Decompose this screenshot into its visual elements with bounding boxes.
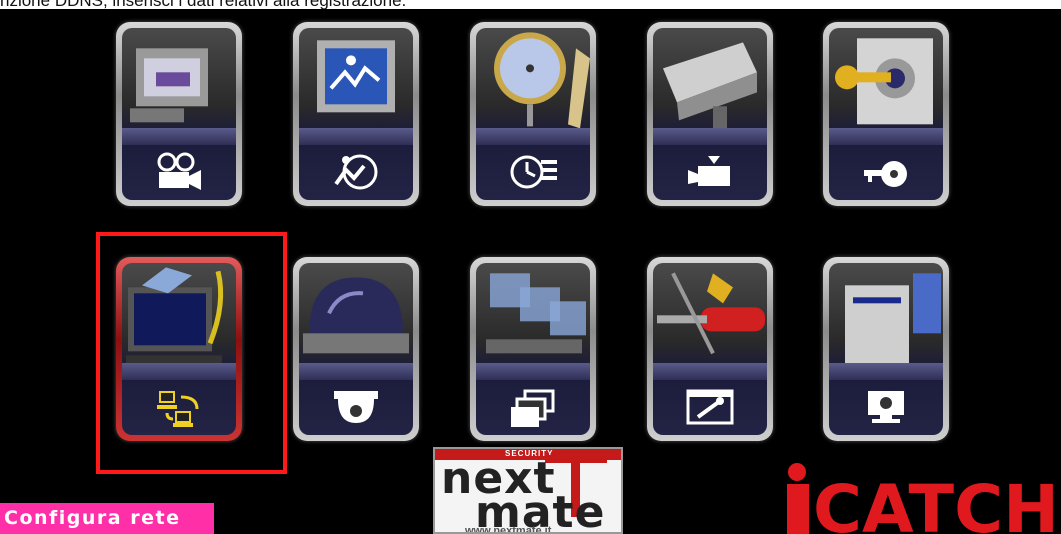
- top-caption-strip: nzione DDNS, inserisci i dati relativi a…: [0, 0, 1061, 9]
- menu-tile-camera[interactable]: [647, 22, 773, 206]
- ptz-illustration: [303, 277, 409, 354]
- system-monitor-icon: [868, 391, 904, 424]
- film-camera-icon: [157, 152, 201, 191]
- menu-tile-ptz[interactable]: [293, 257, 419, 441]
- tools-illustration: [657, 272, 765, 355]
- video-camera-icon: [688, 156, 730, 187]
- motion-search-icon: [334, 154, 378, 190]
- icatch-logo: CATCH: [787, 463, 1059, 534]
- nextmate-logo: SECURITY next mate www.nextmate.it: [433, 447, 623, 534]
- wrench-window-icon: [686, 389, 734, 425]
- menu-tile-event-search[interactable]: [293, 22, 419, 206]
- menu-tile-recording[interactable]: [116, 22, 242, 206]
- event-search-illustration: [317, 40, 395, 113]
- network-computers-icon: [157, 391, 199, 428]
- menu-tile-security[interactable]: [823, 22, 949, 206]
- camera-illustration: [663, 42, 757, 129]
- menu-tile-schedule[interactable]: [470, 22, 596, 206]
- clock-list-icon: [510, 155, 557, 189]
- menu-tile-system[interactable]: [823, 257, 949, 441]
- backup-illustration: [486, 273, 586, 354]
- nextmate-url: www.nextmate.it: [465, 525, 552, 534]
- top-caption: nzione DDNS, inserisci i dati relativi a…: [0, 0, 406, 9]
- schedule-illustration: [494, 32, 590, 129]
- svg-text:CATCH: CATCH: [813, 471, 1059, 534]
- menu-tile-tools[interactable]: [647, 257, 773, 441]
- menu-tile-backup[interactable]: [470, 257, 596, 441]
- dome-camera-icon: [334, 391, 378, 424]
- menu-tile-network[interactable]: [116, 257, 242, 441]
- recording-illustration: [130, 48, 208, 123]
- status-label-configura-rete: Configura rete: [0, 503, 214, 534]
- network-illustration: [126, 267, 224, 366]
- system-illustration: [845, 273, 941, 364]
- security-illustration: [835, 38, 933, 125]
- key-lock-icon: [864, 161, 907, 188]
- folders-icon: [511, 389, 555, 428]
